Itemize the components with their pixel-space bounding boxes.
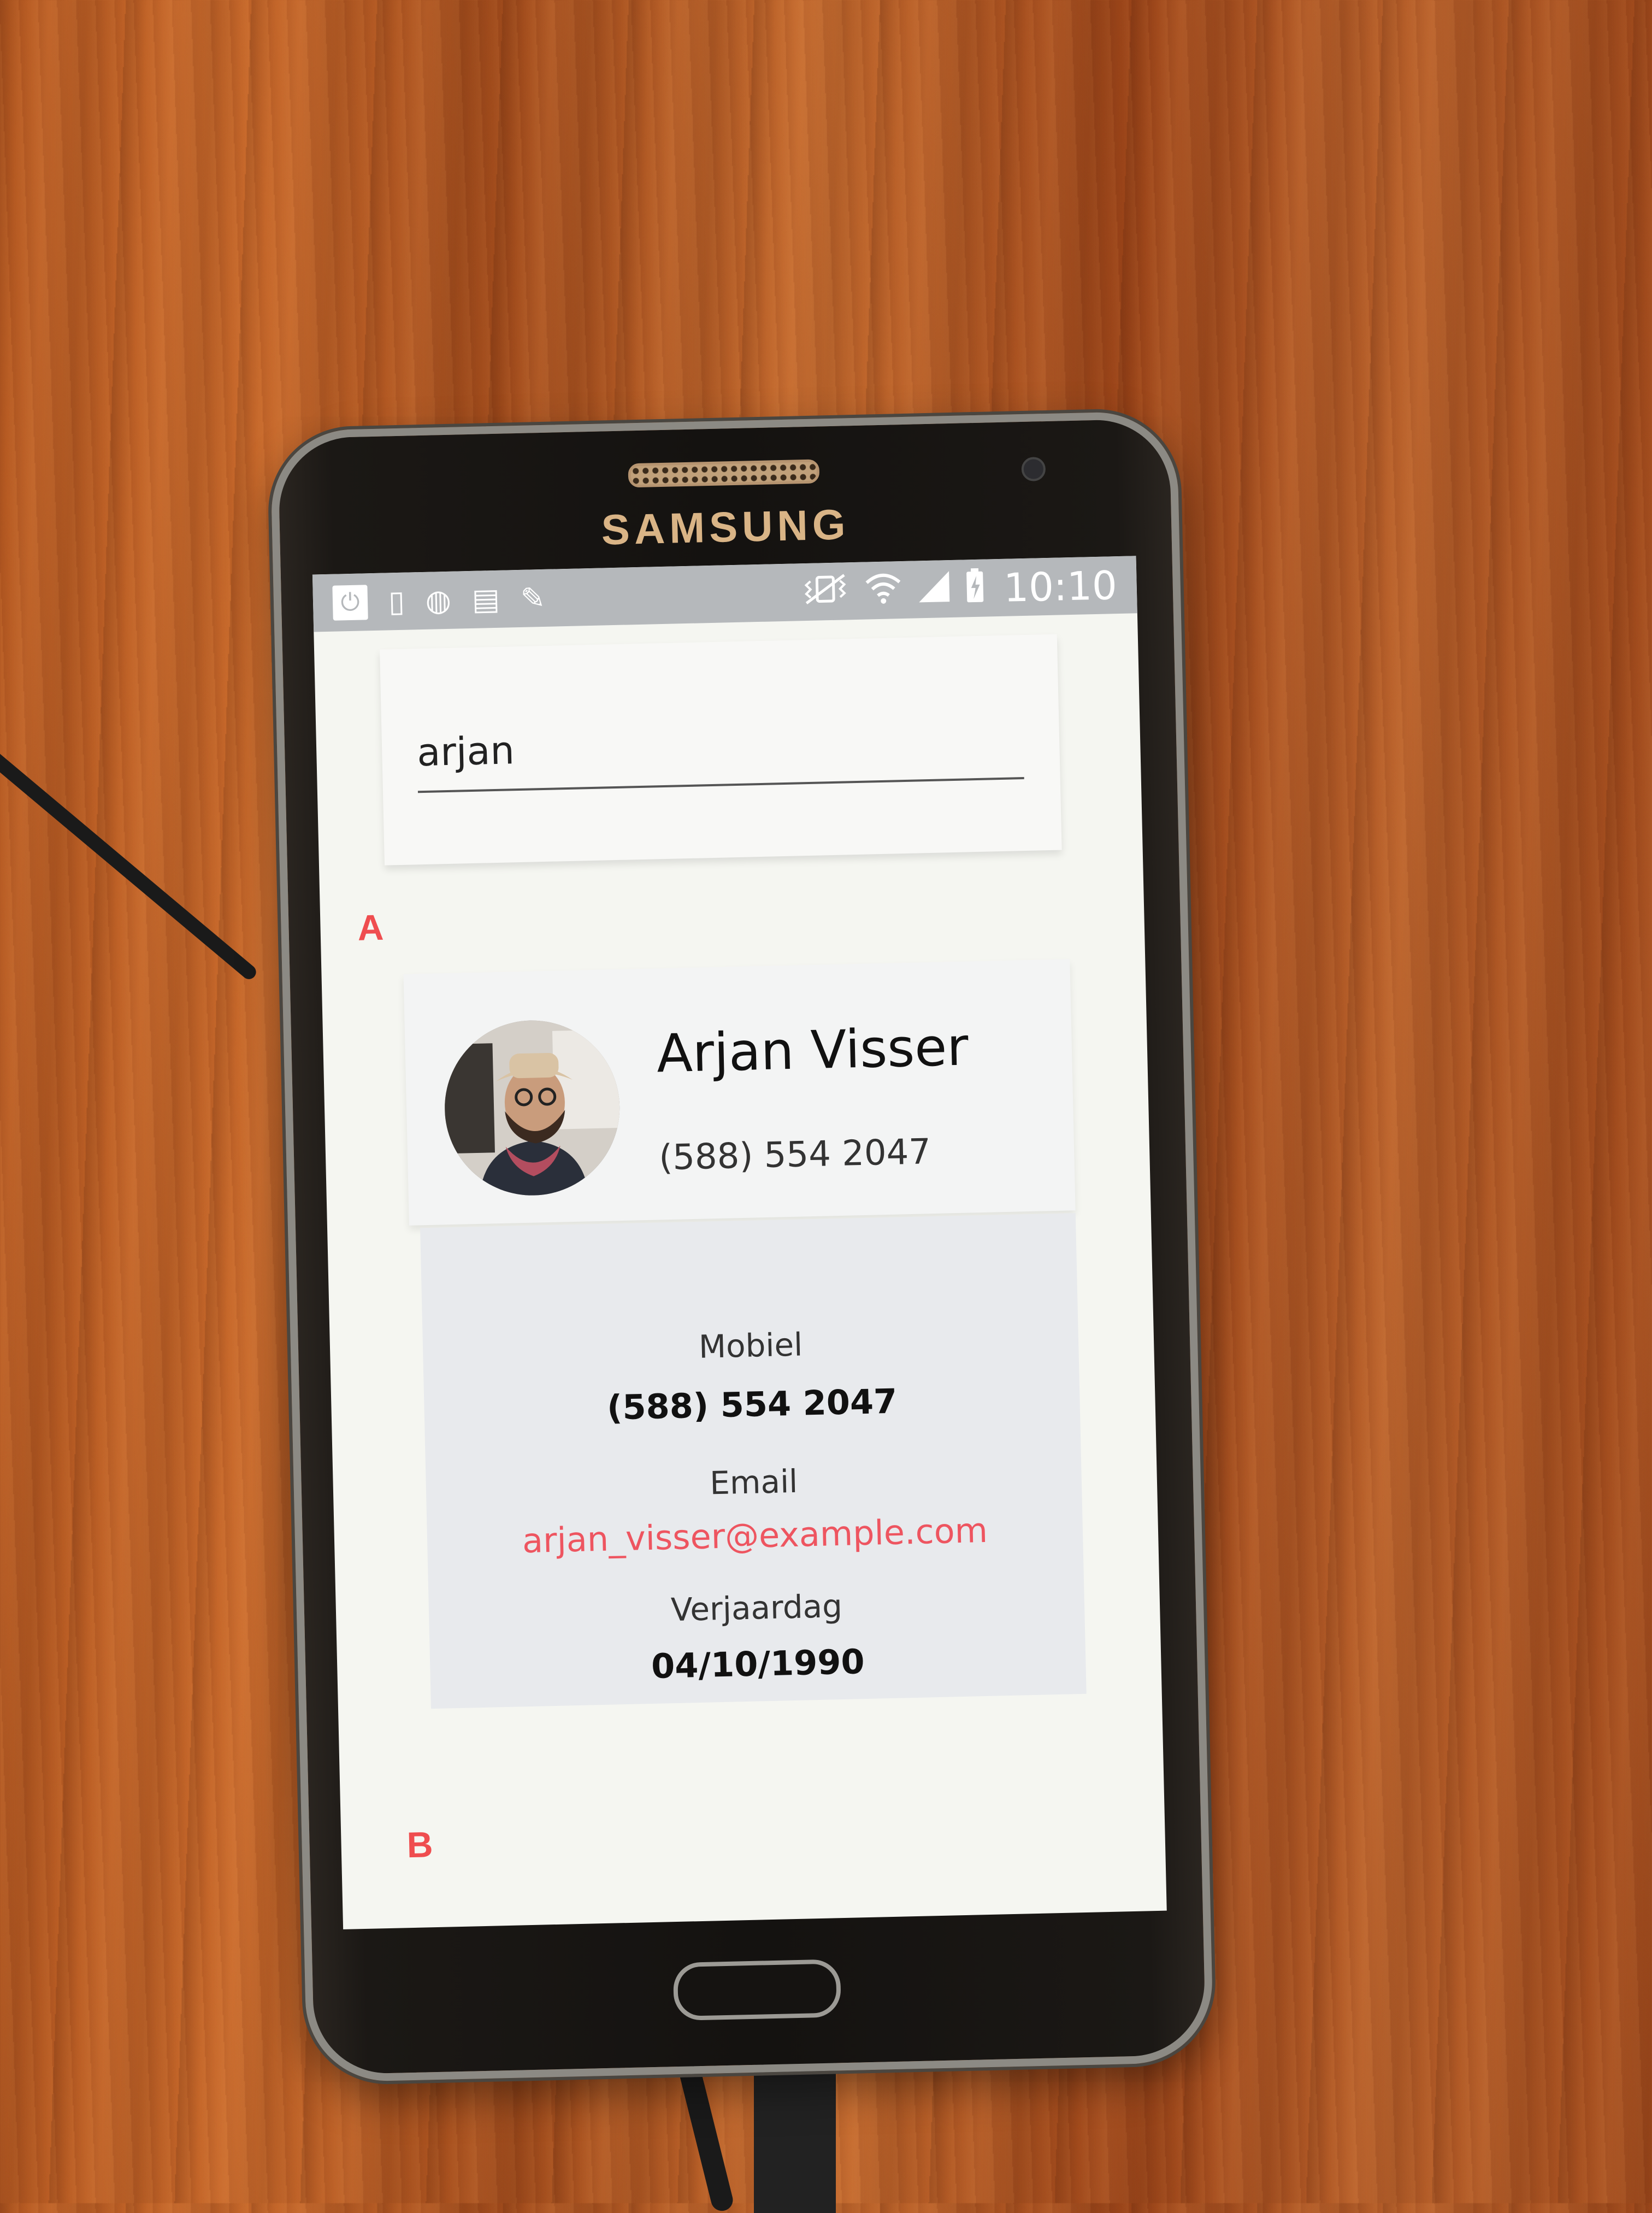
globe-icon: ◍ [425,582,452,618]
signal-icon [916,569,952,609]
document-x-icon: ▤ [471,581,500,617]
wifi-icon [863,570,902,611]
email-label: Email [709,1462,798,1502]
email-link[interactable]: arjan_visser@example.com [427,1508,1083,1563]
avatar [442,1019,622,1198]
status-time: 10:10 [1003,562,1118,611]
birthday-value: 04/10/1990 [651,1641,865,1686]
front-camera [1021,457,1046,482]
home-button[interactable] [672,1959,842,2021]
search-input[interactable] [416,717,1024,793]
marker-a: A [357,907,385,948]
device-check-icon: ▯ [388,584,405,619]
mute-vibrate-icon [800,572,851,611]
status-bar: ⏻ ▯ ◍ ▤ ✎ 10:10 [312,556,1137,632]
birthday-label: Verjaardag [670,1587,843,1629]
brand-logo: SAMSUNG [600,500,851,554]
pencil-icon: ✎ [520,580,546,616]
battery-charging-icon [965,568,984,609]
mobile-label: Mobiel [698,1326,803,1366]
cable-left [0,739,259,982]
details-card: Mobiel (588) 554 2047 Email arjan_visser… [420,1213,1087,1709]
contact-card[interactable]: Arjan Visser (588) 554 2047 [403,959,1076,1226]
search-card [380,634,1062,866]
marker-b: B [406,1824,434,1865]
phone-screen: ⏻ ▯ ◍ ▤ ✎ 10:10 arjan A Arjan Visser (58… [312,556,1167,1929]
power-icon: ⏻ [332,584,368,621]
contact-phone: (588) 554 2047 [658,1132,931,1179]
contact-name: Arjan Visser [656,1016,969,1085]
earpiece-speaker [628,459,820,488]
mobile-value[interactable]: (588) 554 2047 [424,1377,1080,1432]
dock-connector [754,2055,836,2213]
phone-device: SAMSUNG ⏻ ▯ ◍ ▤ ✎ 10:10 arjan A Arjan Vi… [269,410,1214,2083]
